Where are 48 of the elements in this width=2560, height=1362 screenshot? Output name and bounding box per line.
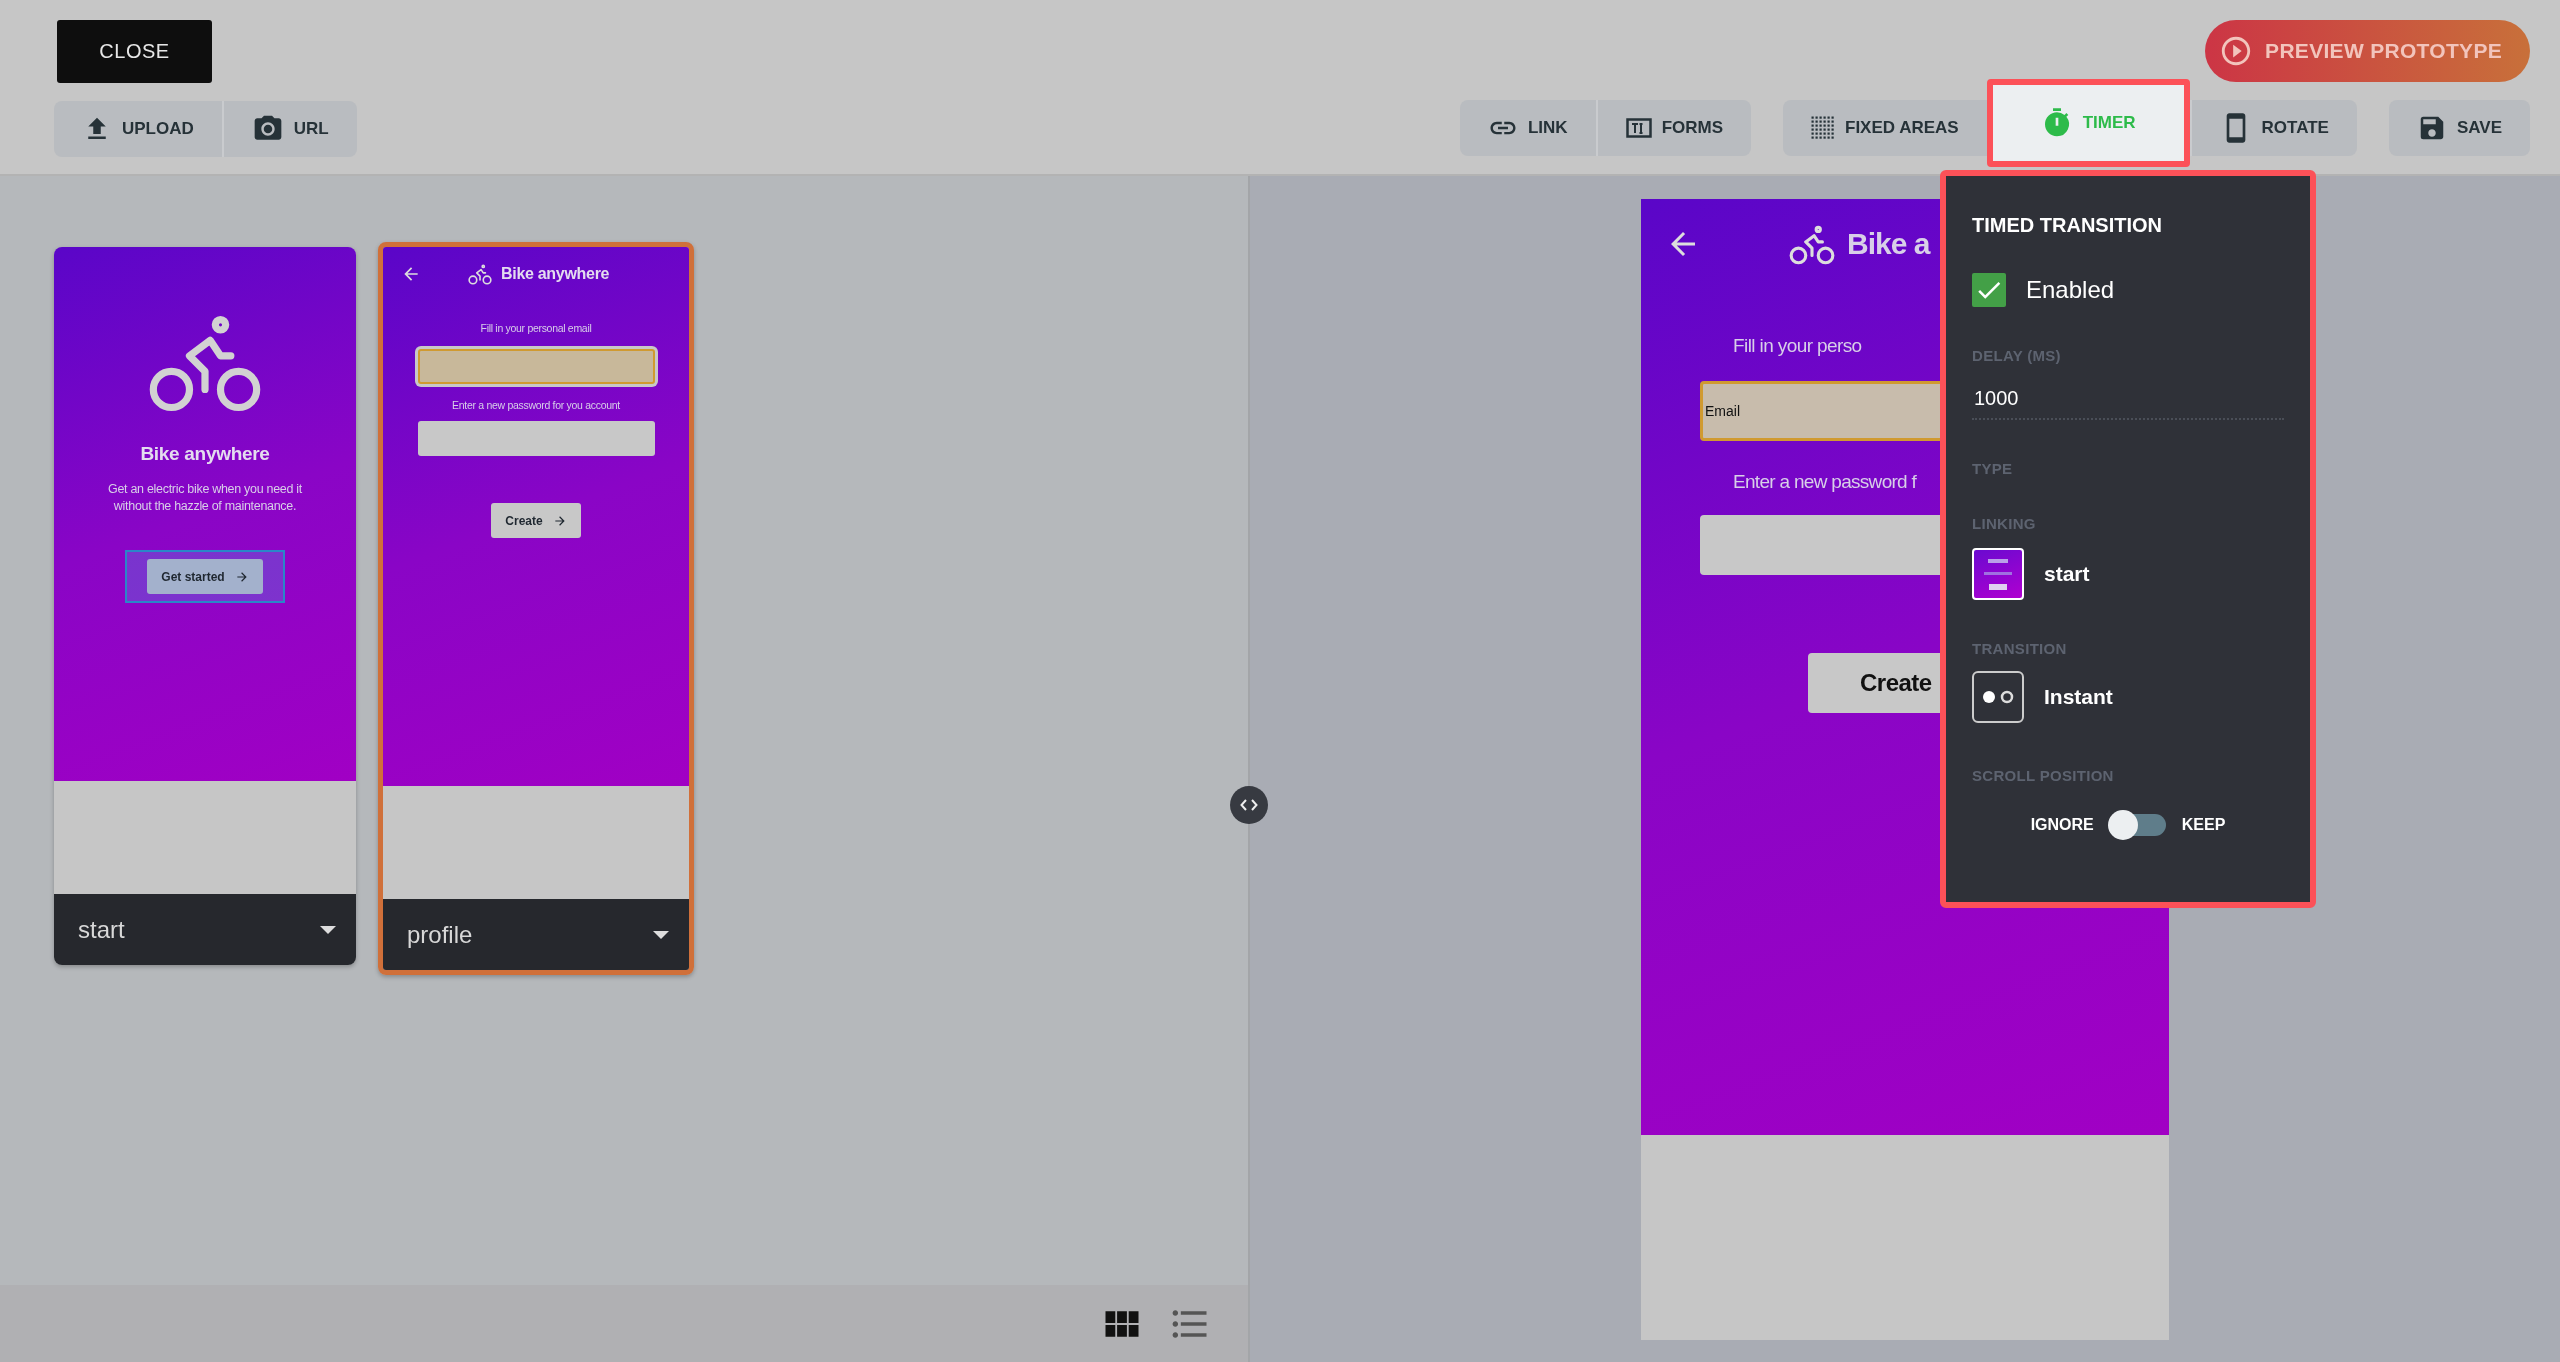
create-button[interactable]: Create [1808,653,1940,713]
get-started-button[interactable]: Get started [147,559,263,595]
field-label: Fill in your perso [1733,335,1862,357]
password-field[interactable] [1700,515,1940,575]
email-field[interactable] [417,349,655,385]
switch-label: KEEP [2181,816,2226,834]
caret-icon [653,930,669,939]
tool-button[interactable]: ROTATE [2189,100,2357,156]
code-arrows-icon [1240,798,1258,812]
checkbox-label: Enabled [2026,276,2115,304]
linked-screen-name: start [2044,562,2090,586]
delay-input[interactable]: 1000 [1972,378,2284,420]
field-label: Fill in your personal email [480,321,592,336]
field-label: LINKING [1972,515,2037,532]
screen-title: Bike a [1847,227,1930,261]
tool-button[interactable]: LINK [1459,100,1596,156]
transition-name: Instant [2044,685,2113,709]
screen-thumbnail [1972,548,2024,600]
transition-icon [1972,671,2024,723]
password-field[interactable] [417,421,655,457]
screen-title: Bike anywhere [140,442,270,466]
field-label: TRANSITION [1972,640,2068,657]
panel-title: TIMED TRANSITION [1972,214,2163,237]
split-toggle-button[interactable] [1230,786,1268,824]
create-button[interactable]: Create [491,503,581,539]
tool-button[interactable]: URL [221,101,357,157]
tool-button[interactable]: UPLOAD [54,101,222,157]
tool-button[interactable]: FORMS [1595,100,1751,156]
switch-label: IGNORE [2030,816,2094,834]
screen-dropdown[interactable]: profile [383,899,689,970]
field-label: SCROLL POSITION [1972,767,2115,784]
caret-icon [320,925,336,934]
screen-description: Get an electric bike when you need it without the hazzle of maintenance. [107,480,303,515]
field-label: TYPE [1972,460,2014,477]
field-label: Enter a new password f [1733,471,1917,493]
screen-dropdown[interactable]: start [54,894,356,965]
field-label: DELAY (MS) [1972,347,2062,364]
email-field[interactable]: Email [1700,381,1940,441]
tool-button[interactable]: SAVE [2388,100,2530,156]
field-label: Enter a new password for you account [452,398,620,413]
scroll-toggle[interactable] [2107,810,2168,840]
tool-button[interactable]: FIXED AREAS [1783,100,1987,156]
dotted-grid-icon [1811,116,1835,140]
text-field-icon [1625,118,1652,138]
screen-title: Bike anywhere [501,264,610,285]
checkbox[interactable] [1972,273,2006,307]
close-button[interactable]: CLOSE [57,20,212,83]
screen-card[interactable]: Bike anywhere Fill in your personal email Enter a new password for you account Create profile [378,242,694,975]
